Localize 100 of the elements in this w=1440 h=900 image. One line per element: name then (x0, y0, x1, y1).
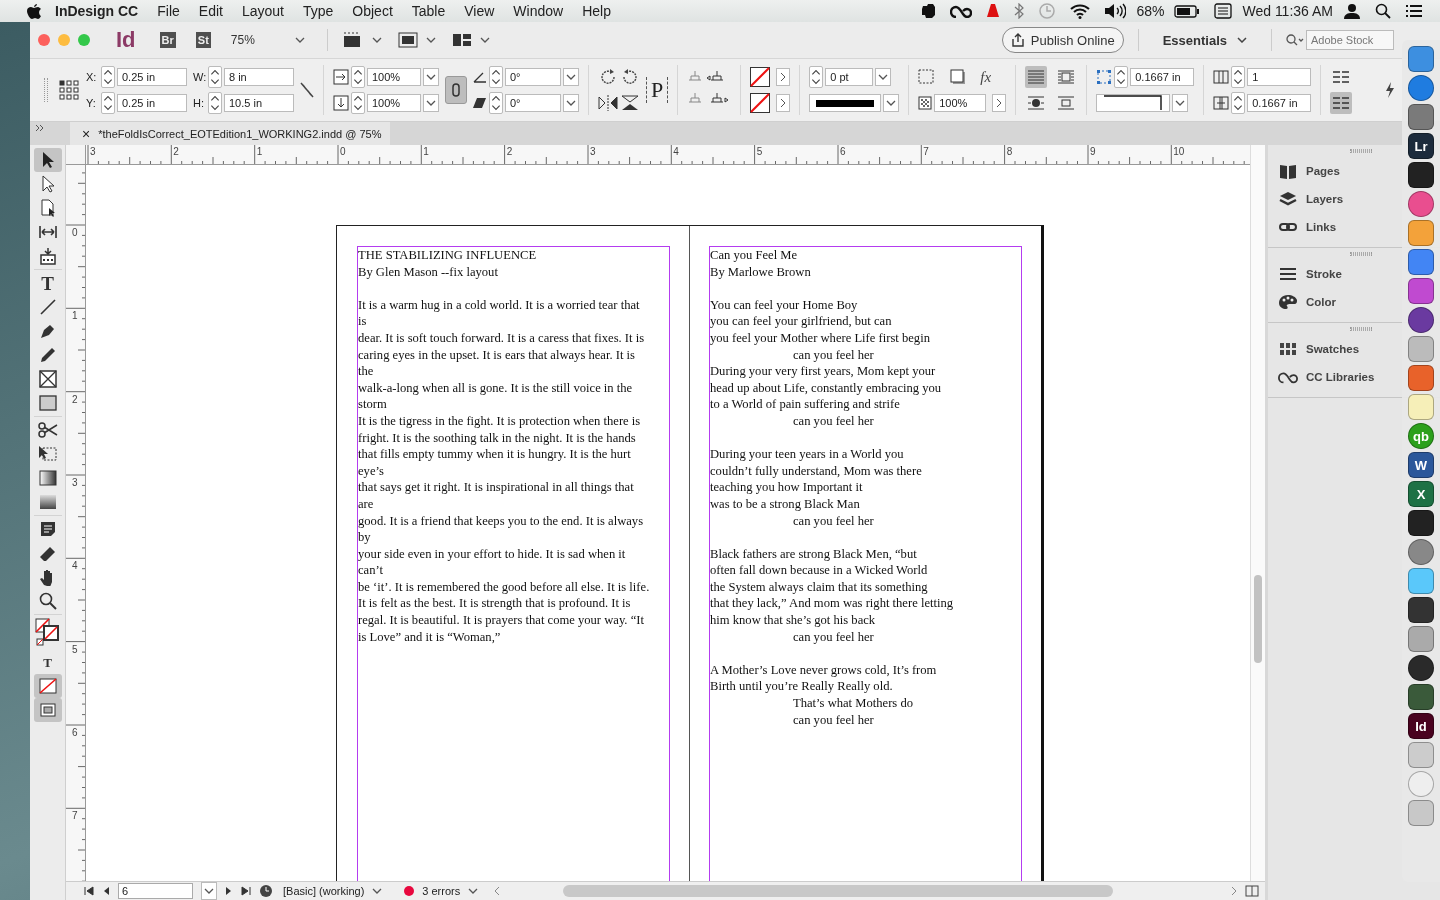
stepper-icon[interactable] (1114, 66, 1129, 88)
stepper-icon[interactable] (101, 66, 115, 88)
menu-item[interactable]: Edit (198, 3, 223, 19)
battery-icon[interactable] (1174, 4, 1201, 18)
split-view-icon[interactable] (1245, 885, 1259, 897)
chevron-icon[interactable] (996, 98, 1003, 108)
menu-item[interactable]: Help (582, 3, 611, 19)
dropdown-button[interactable] (423, 94, 439, 112)
gradient-tool-icon[interactable] (38, 470, 57, 486)
dock-app-icon[interactable] (1408, 162, 1434, 188)
preflight-errors[interactable]: 3 errors (422, 885, 461, 897)
chevron-icon[interactable] (780, 98, 787, 108)
caret-icon[interactable] (1175, 100, 1186, 106)
input-field[interactable]: 0.1667 in (1247, 94, 1312, 112)
dock-app-icon[interactable]: Lr (1408, 133, 1434, 159)
close-tab-button[interactable]: × (82, 125, 91, 142)
workspace-switcher[interactable]: Essentials (1152, 32, 1257, 48)
menu-item[interactable]: Object (352, 3, 393, 19)
apple-icon[interactable] (27, 3, 41, 19)
scroll-left-icon[interactable] (494, 886, 501, 896)
tool-slot[interactable]: T (33, 650, 62, 674)
input-field[interactable]: 100% (367, 68, 421, 86)
zoom-tool-icon[interactable] (38, 592, 57, 610)
dock-app-icon[interactable]: X (1408, 481, 1434, 507)
caret-icon[interactable] (878, 74, 889, 80)
frame-fitting-icon[interactable] (918, 69, 937, 85)
publish-online-button[interactable]: Publish Online (1001, 27, 1124, 53)
dropdown-button[interactable] (563, 68, 579, 86)
input-field[interactable]: 100% (934, 94, 987, 112)
stepper-icon[interactable] (351, 92, 365, 114)
stepper-icon[interactable] (489, 66, 503, 88)
menu-icon[interactable] (1405, 4, 1423, 18)
input-field[interactable]: 0.25 in (117, 94, 187, 112)
dock-app-icon[interactable] (1408, 597, 1434, 623)
close-button[interactable] (38, 34, 50, 46)
menu-item[interactable]: Layout (241, 3, 284, 19)
measure-tool-icon[interactable] (38, 545, 57, 561)
open-document-icon[interactable] (259, 884, 275, 898)
input-field[interactable]: 8 in (224, 68, 294, 86)
next-page-icon[interactable] (225, 886, 233, 896)
stepper-icon[interactable] (1231, 92, 1246, 114)
rectangle-tool-icon[interactable] (38, 395, 57, 411)
document-tab[interactable]: × *theFoldIsCorrect_EOTEdition1_WORKING2.indd @ 75% (70, 122, 390, 145)
caret-icon[interactable] (204, 888, 214, 894)
flip-vertical-icon[interactable] (620, 95, 640, 111)
stepper-icon[interactable] (489, 92, 503, 114)
type-tool[interactable]: T (43, 655, 52, 669)
clock[interactable]: Wed 11:36 AM (1242, 3, 1333, 19)
creative-cloud-icon[interactable] (950, 4, 973, 18)
caret-icon[interactable] (479, 37, 490, 43)
first-page-icon[interactable] (84, 886, 94, 896)
menu-item[interactable]: File (157, 3, 180, 19)
ruler-origin[interactable] (66, 145, 86, 165)
caret-icon[interactable] (886, 100, 897, 106)
input-field[interactable]: 0° (505, 68, 561, 86)
caret-icon[interactable] (426, 74, 436, 80)
dock-app-icon[interactable] (1408, 510, 1434, 536)
bluetooth-icon[interactable] (1014, 3, 1025, 19)
note-tool-icon[interactable] (39, 521, 56, 537)
dropdown-button[interactable] (201, 882, 217, 900)
arrange-documents-icon[interactable] (451, 33, 472, 47)
wifi-icon[interactable] (1070, 3, 1091, 19)
swatch-menu-button[interactable] (776, 68, 791, 86)
unlinked-chain-icon[interactable] (300, 82, 314, 98)
panel-tab[interactable]: Color (1278, 288, 1396, 316)
dropdown-button[interactable] (563, 94, 579, 112)
none-swatch-icon[interactable] (750, 93, 771, 113)
stepper-icon[interactable] (1231, 66, 1246, 88)
stepper-icon[interactable] (101, 92, 115, 114)
vertical-scrollbar[interactable] (1250, 145, 1265, 881)
scroll-right-icon[interactable] (1231, 886, 1237, 896)
corner-shape-field[interactable] (1096, 94, 1171, 112)
dropdown-button[interactable] (883, 94, 900, 112)
input-field[interactable]: 100% (367, 94, 421, 112)
screen-mode-icon[interactable] (397, 32, 418, 48)
flip-horizontal-icon[interactable] (598, 95, 618, 111)
share-icon[interactable] (1010, 33, 1025, 47)
tool-slot[interactable]: T (33, 271, 62, 295)
panel-tab[interactable]: Pages (1278, 157, 1396, 185)
stepper-icon[interactable] (351, 66, 365, 88)
user-icon[interactable] (1343, 3, 1361, 19)
page-tool-icon[interactable] (39, 199, 56, 217)
input-field[interactable]: 1 (1247, 68, 1312, 86)
rotate-clockwise-icon[interactable] (598, 68, 618, 86)
type-tool[interactable]: T (41, 273, 54, 293)
menu-item[interactable]: View (464, 3, 495, 19)
search-field[interactable]: Adobe Stock (1306, 30, 1394, 50)
none-swatch-icon[interactable] (38, 678, 57, 694)
menu-item[interactable]: Type (302, 3, 334, 19)
last-page-icon[interactable] (241, 886, 251, 896)
caret-icon[interactable] (294, 37, 305, 43)
dock-app-icon[interactable] (1408, 278, 1434, 304)
stroke-type-field[interactable] (809, 94, 882, 112)
input-field[interactable]: 10.5 in (224, 94, 294, 112)
panel-tab[interactable]: Links (1278, 213, 1396, 241)
dock-app-icon[interactable]: Id (1408, 713, 1434, 739)
pencil-tool-icon[interactable] (38, 346, 57, 364)
lightning-icon[interactable] (1384, 81, 1397, 99)
panel-tab[interactable]: CC Libraries (1278, 363, 1396, 391)
chain-icon[interactable] (452, 83, 460, 97)
